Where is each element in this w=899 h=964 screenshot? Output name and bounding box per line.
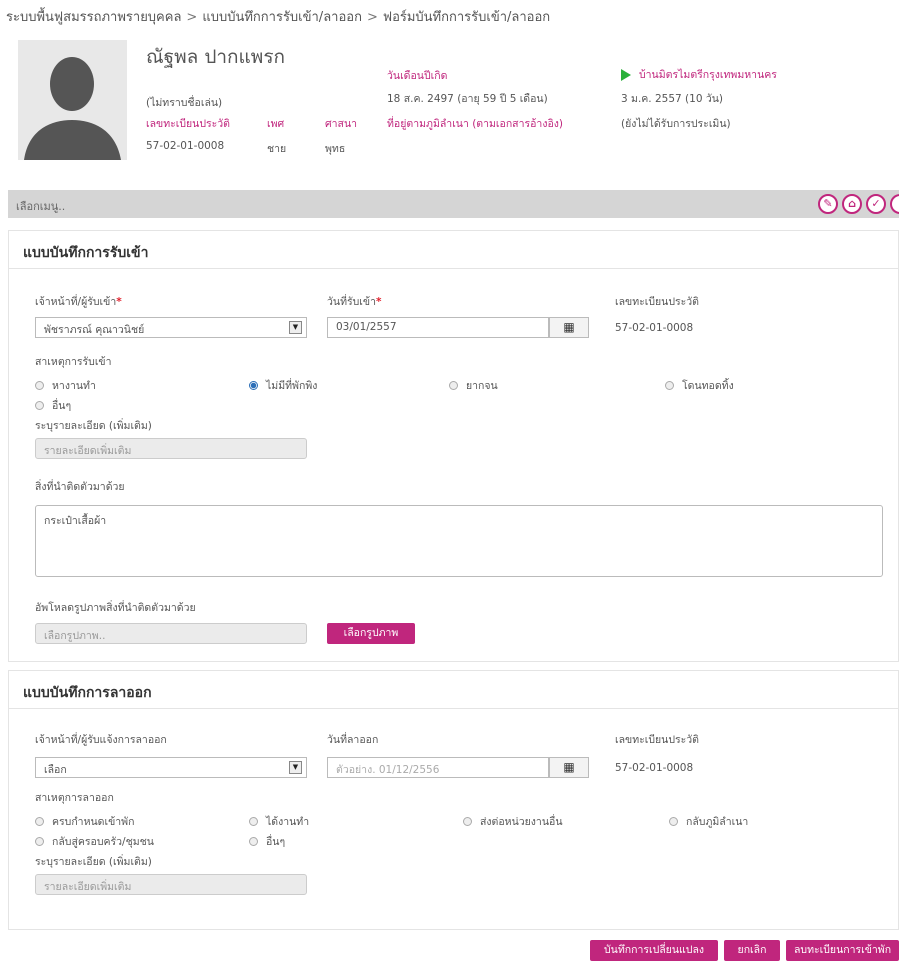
delete-icon[interactable] (890, 194, 899, 214)
calendar-icon[interactable]: ▦ (549, 757, 589, 778)
radio-leave-hometown[interactable]: กลับภูมิลำเนา (669, 813, 748, 830)
leave-reg-value: 57-02-01-0008 (615, 762, 694, 774)
radio-reason-abandoned[interactable]: โดนทอดทิ้ง (665, 377, 734, 394)
religion-value: พุทธ (325, 143, 346, 155)
intake-reason-label: สาเหตุการรับเข้า (35, 356, 112, 368)
gender-value: ชาย (267, 143, 287, 155)
id-label: เลขทะเบียนประวัติ (146, 118, 231, 130)
center-name[interactable]: บ้านมิตรไมตรีกรุงเทพมหานคร (621, 66, 777, 83)
profile-header: ณัฐพล ปากแพรก (ไม่ทราบชื่อเล่น) เลขทะเบี… (18, 40, 888, 180)
leave-reg-label: เลขทะเบียนประวัติ (615, 734, 700, 746)
radio-selected-icon (249, 380, 258, 390)
delete-registration-button[interactable]: ลบทะเบียนการเข้าพัก (786, 940, 899, 961)
cancel-button[interactable]: ยกเลิก (724, 940, 780, 961)
breadcrumb-separator: > (186, 10, 198, 25)
center-date: 3 ม.ค. 2557 (10 วัน) (621, 93, 724, 105)
radio-leave-family[interactable]: กลับสู่ครอบครัว/ชุมชน (35, 833, 154, 850)
radio-reason-other[interactable]: อื่นๆ (35, 397, 71, 414)
id-value: 57-02-01-0008 (146, 140, 225, 152)
intake-panel: แบบบันทึกการรับเข้า เจ้าหน้าที่/ผู้รับเข… (8, 230, 899, 662)
radio-reason-poor[interactable]: ยากจน (449, 377, 498, 394)
dropdown-arrow-icon: ▼ (289, 321, 302, 334)
radio-icon (249, 816, 258, 826)
breadcrumb-separator: > (366, 10, 378, 25)
radio-reason-homeless[interactable]: ไม่มีที่พักพิง (249, 377, 317, 394)
birth-value: 18 ส.ค. 2497 (อายุ 59 ปี 5 เดือน) (387, 93, 548, 105)
upload-label: อัพโหลดรูปภาพสิ่งที่นำติดตัวมาด้วย (35, 602, 196, 614)
upload-input[interactable]: เลือกรูปภาพ.. (35, 623, 307, 644)
reg-value: 57-02-01-0008 (615, 322, 694, 334)
nickname: (ไม่ทราบชื่อเล่น) (146, 97, 223, 109)
leave-title: แบบบันทึกการลาออก (9, 671, 898, 709)
avatar (18, 40, 127, 160)
address-label[interactable]: ที่อยู่ตามภูมิลำเนา (ตามเอกสารอ้างอิง) (387, 115, 563, 132)
breadcrumb-item[interactable]: แบบบันทึกการรับเข้า/ลาออก (202, 10, 362, 25)
edit-icon[interactable]: ✎ (818, 194, 838, 214)
leave-officer-select[interactable]: เลือก ▼ (35, 757, 307, 778)
belongings-textarea[interactable]: กระเป๋าเสื้อผ้า (35, 505, 883, 577)
play-triangle-icon (621, 69, 631, 81)
radio-icon (463, 816, 472, 826)
belongings-label: สิ่งที่นำติดตัวมาด้วย (35, 481, 125, 493)
officer-label: เจ้าหน้าที่/ผู้รับเข้า* (35, 296, 122, 308)
leave-reason-label: สาเหตุการลาออก (35, 792, 114, 804)
officer-select[interactable]: พัชราภรณ์ คุณาวนิชย์ ▼ (35, 317, 307, 338)
calendar-icon[interactable]: ▦ (549, 317, 589, 338)
leave-date-input[interactable]: ตัวอย่าง. 01/12/2556 (327, 757, 549, 778)
radio-icon (35, 816, 44, 826)
check-icon[interactable]: ✓ (866, 194, 886, 214)
home-icon[interactable]: ⌂ (842, 194, 862, 214)
leave-date-label: วันที่ลาออก (327, 734, 379, 746)
person-silhouette-icon (18, 40, 127, 160)
leave-panel: แบบบันทึกการลาออก เจ้าหน้าที่/ผู้รับแจ้ง… (8, 670, 899, 930)
intake-detail-label: ระบุรายละเอียด (เพิ่มเติม) (35, 420, 152, 432)
intake-date-input[interactable]: 03/01/2557 (327, 317, 549, 338)
religion-label: ศาสนา (325, 118, 358, 130)
save-changes-button[interactable]: บันทึกการเปลี่ยนแปลง (590, 940, 718, 961)
leave-detail-label: ระบุรายละเอียด (เพิ่มเติม) (35, 856, 152, 868)
menu-bar[interactable]: เลือกเมนู.. ✎ ⌂ ✓ (8, 190, 899, 218)
evaluation-status: (ยังไม่ได้รับการประเมิน) (621, 118, 731, 130)
radio-leave-got-job[interactable]: ได้งานทำ (249, 813, 309, 830)
radio-icon (35, 836, 44, 846)
radio-icon (35, 380, 44, 390)
dropdown-arrow-icon: ▼ (289, 761, 302, 774)
leave-officer-label: เจ้าหน้าที่/ผู้รับแจ้งการลาออก (35, 734, 167, 746)
intake-title: แบบบันทึกการรับเข้า (9, 231, 898, 269)
intake-detail-input[interactable]: รายละเอียดเพิ่มเติม (35, 438, 307, 459)
radio-leave-other[interactable]: อื่นๆ (249, 833, 285, 850)
gender-label: เพศ (267, 118, 285, 130)
intake-date-label: วันที่รับเข้า* (327, 296, 382, 308)
choose-image-button[interactable]: เลือกรูปภาพ (327, 623, 415, 644)
leave-detail-input[interactable]: รายละเอียดเพิ่มเติม (35, 874, 307, 895)
breadcrumb-item: ฟอร์มบันทึกการรับเข้า/ลาออก (382, 10, 551, 25)
radio-icon (249, 836, 258, 846)
birth-label: วันเดือนปีเกิด (387, 70, 448, 82)
menu-select-label[interactable]: เลือกเมนู.. (16, 197, 65, 215)
person-name: ณัฐพล ปากแพรก (146, 46, 286, 68)
radio-icon (449, 380, 458, 390)
radio-reason-work[interactable]: หางานทำ (35, 377, 96, 394)
reg-label: เลขทะเบียนประวัติ (615, 296, 700, 308)
radio-icon (665, 380, 674, 390)
radio-icon (35, 400, 44, 410)
radio-icon (669, 816, 678, 826)
breadcrumb: ระบบพื้นฟูสมรรถภาพรายบุคคล > แบบบันทึกการร… (6, 6, 550, 27)
breadcrumb-item[interactable]: ระบบพื้นฟูสมรรถภาพรายบุคคล (6, 10, 181, 25)
radio-leave-term-end[interactable]: ครบกำหนดเข้าพัก (35, 813, 134, 830)
radio-leave-referred[interactable]: ส่งต่อหน่วยงานอื่น (463, 813, 563, 830)
